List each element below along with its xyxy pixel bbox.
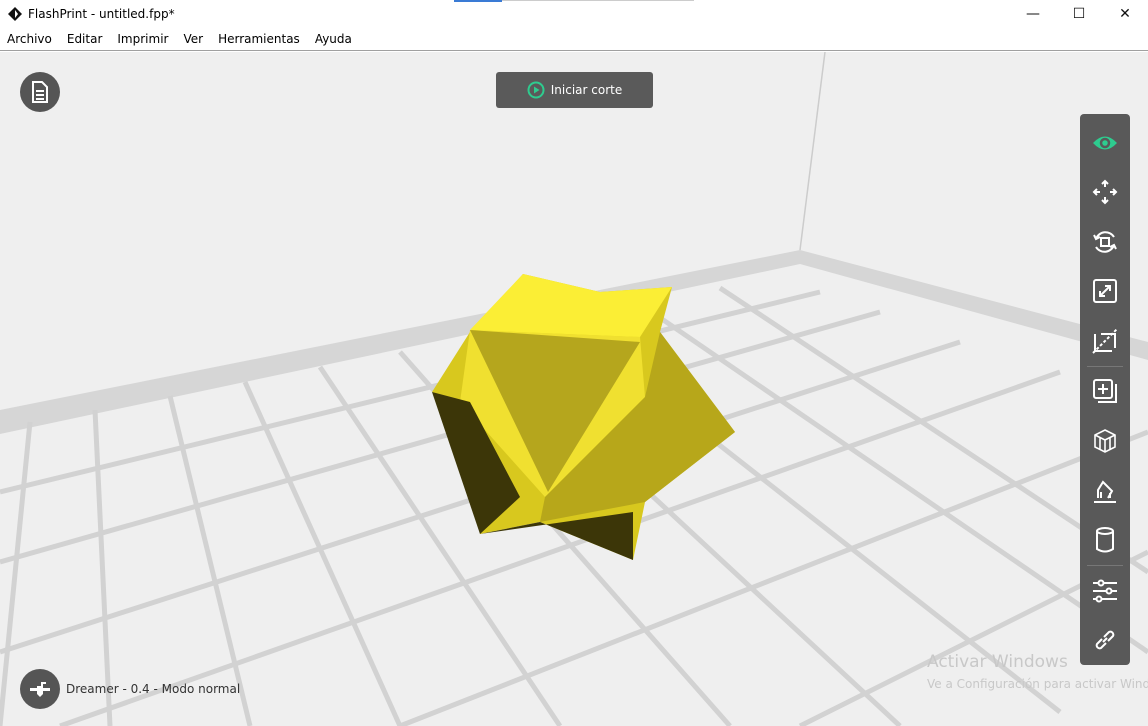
menu-ayuda[interactable]: Ayuda — [308, 32, 360, 46]
menu-bar: Archivo Editar Imprimir Ver Herramientas… — [0, 28, 1148, 51]
extruder-tool[interactable] — [1080, 515, 1130, 565]
link-icon — [1095, 630, 1115, 650]
scale-icon — [1093, 279, 1117, 304]
cut-tool[interactable] — [1080, 316, 1130, 366]
platform-icon — [1094, 479, 1116, 503]
settings-tool[interactable] — [1080, 566, 1130, 616]
maximize-button[interactable]: ☐ — [1056, 0, 1102, 28]
printer-settings-button[interactable] — [20, 669, 60, 709]
supports-tool[interactable] — [1080, 416, 1130, 466]
print-settings-tool[interactable] — [1080, 466, 1130, 516]
start-slice-label: Iniciar corte — [550, 83, 623, 97]
nozzle-icon — [30, 682, 50, 697]
sliders-icon — [1093, 579, 1117, 603]
rotate-tool[interactable] — [1080, 217, 1130, 267]
right-toolbar — [1080, 114, 1130, 665]
document-icon — [32, 81, 48, 103]
tab-indicator — [454, 0, 502, 2]
rotate-icon — [1093, 231, 1117, 253]
menu-ver[interactable]: Ver — [176, 32, 211, 46]
menu-archivo[interactable]: Archivo — [0, 32, 60, 46]
menu-herramientas[interactable]: Herramientas — [211, 32, 308, 46]
activation-watermark-subtitle: Ve a Configuración para activar Windows. — [927, 677, 1148, 691]
move-tool[interactable] — [1080, 168, 1130, 218]
view-tool[interactable] — [1080, 118, 1130, 168]
3d-viewport[interactable]: Iniciar corte Dreamer - 0.4 - Modo norma… — [0, 52, 1148, 726]
build-plate-scene — [0, 52, 1148, 726]
add-object-tool[interactable] — [1080, 367, 1130, 417]
close-button[interactable]: ✕ — [1102, 0, 1148, 28]
supports-cube-icon — [1094, 429, 1116, 453]
connect-tool[interactable] — [1080, 615, 1130, 665]
play-icon — [527, 81, 545, 99]
add-copy-icon — [1093, 379, 1117, 404]
cylinder-icon — [1096, 527, 1114, 553]
start-slice-button[interactable]: Iniciar corte — [496, 72, 653, 108]
menu-imprimir[interactable]: Imprimir — [110, 32, 176, 46]
file-info-button[interactable] — [20, 72, 60, 112]
title-bar: FlashPrint - untitled.fpp* — ☐ ✕ — [0, 0, 1148, 28]
eye-icon — [1093, 136, 1117, 150]
tab-indicator-line — [502, 0, 694, 1]
activation-watermark-title: Activar Windows — [927, 652, 1068, 672]
window-title: FlashPrint - untitled.fpp* — [28, 7, 175, 21]
flashprint-logo-icon — [8, 7, 22, 21]
printer-status: Dreamer - 0.4 - Modo normal — [66, 682, 241, 696]
move-arrows-icon — [1092, 179, 1118, 205]
menu-editar[interactable]: Editar — [60, 32, 111, 46]
minimize-button[interactable]: — — [1010, 0, 1056, 28]
cut-icon — [1092, 328, 1118, 354]
scale-tool[interactable] — [1080, 267, 1130, 317]
